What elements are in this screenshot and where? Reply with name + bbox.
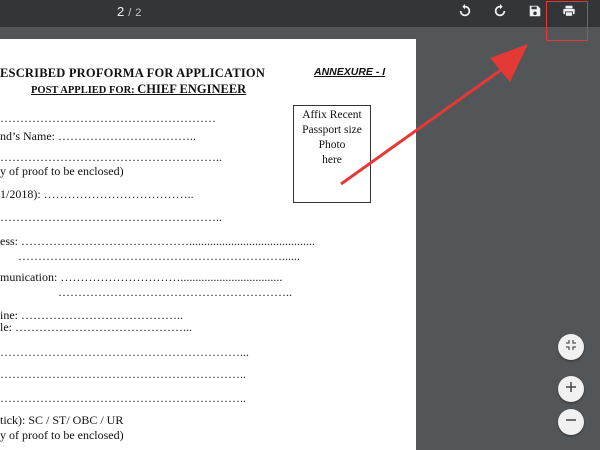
form-line: munication: …………………………..................… — [0, 270, 283, 284]
page-separator: / — [128, 7, 132, 19]
fit-to-page-icon — [565, 338, 577, 356]
form-line: tick): SC / ST/ OBC / UR — [0, 413, 124, 427]
form-line: …………………………………………………….. — [0, 391, 246, 405]
print-highlight-box — [546, 1, 588, 41]
save-button[interactable] — [524, 2, 546, 24]
photo-box-line: Photo — [318, 139, 346, 151]
photo-box-line: Affix Recent — [302, 109, 362, 121]
fit-to-page-button[interactable] — [558, 334, 584, 360]
zoom-out-button[interactable] — [558, 409, 584, 435]
rotate-counterclockwise-icon — [493, 3, 507, 23]
zoom-in-button[interactable] — [558, 376, 584, 402]
post-role: CHIEF ENGINEER — [137, 82, 247, 96]
form-line: 1/2018): ……………………………….. — [0, 187, 194, 201]
form-line: ……………………………………………… — [0, 111, 216, 125]
form-line: …………………………………………………………...... — [18, 249, 300, 263]
rotate-clockwise-icon — [458, 3, 472, 23]
form-line: le: ……………………………………... — [0, 320, 192, 334]
pdf-page: ESCRIBED PROFORMA FOR APPLICATION ANNEXU… — [0, 39, 416, 450]
rotate-counterclockwise-button[interactable] — [489, 2, 511, 24]
form-line: ……………………………………………………... — [0, 345, 249, 359]
document-title: ESCRIBED PROFORMA FOR APPLICATION — [0, 66, 266, 80]
form-line: nd’s Name: …………………………….. — [0, 129, 196, 143]
photo-box-line: Passport size — [302, 124, 362, 136]
photo-box: Affix Recent Passport size Photo here — [293, 105, 371, 203]
form-line: …………………………………………………….. — [0, 367, 246, 381]
form-line: y of proof to be enclosed) — [0, 428, 124, 442]
zoom-in-icon — [565, 380, 577, 398]
annexure-label: ANNEXURE - I — [314, 66, 386, 78]
photo-box-line: here — [322, 154, 342, 166]
post-label: POST APPLIED FOR: — [31, 85, 138, 96]
save-icon — [528, 4, 542, 23]
page-indicator: 2/2 — [117, 4, 141, 19]
current-page-number[interactable]: 2 — [117, 4, 124, 19]
total-pages: 2 — [135, 7, 142, 19]
form-line: ……………………………………………….. — [0, 210, 222, 224]
form-line: ……………………………………………….. — [0, 150, 222, 164]
pdf-toolbar: 2/2 — [0, 0, 600, 27]
form-line: ess: …………………………………….....................… — [0, 234, 315, 248]
zoom-out-icon — [565, 413, 577, 431]
form-line: ………………………………………………….. — [58, 285, 292, 299]
post-applied-for: POST APPLIED FOR: CHIEF ENGINEER — [31, 82, 246, 97]
rotate-clockwise-button[interactable] — [454, 2, 476, 24]
form-line: y of proof to be enclosed) — [0, 164, 124, 178]
